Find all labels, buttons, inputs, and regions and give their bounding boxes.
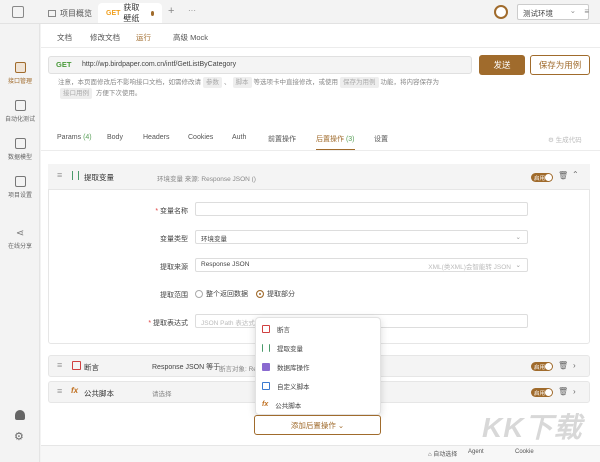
menu-item-public-script[interactable]: fx 公共脚本 xyxy=(262,400,301,410)
var-name-input[interactable] xyxy=(195,202,528,216)
chevron-up-icon[interactable]: ⌃ xyxy=(572,170,579,179)
subtab-run[interactable]: 运行 xyxy=(136,32,151,48)
script-icon xyxy=(262,382,270,390)
extract-enable-toggle[interactable]: 启用 xyxy=(531,173,553,182)
var-type-label: 变量类型 xyxy=(160,236,188,243)
var-type-select[interactable]: 环境变量 ⌄ xyxy=(195,230,528,244)
cookie-status[interactable]: Cookie xyxy=(515,449,534,455)
menu-item-custom-script[interactable]: 自定义脚本 xyxy=(262,381,310,391)
folder-icon xyxy=(48,9,56,17)
list-icon xyxy=(14,100,26,111)
sync-icon[interactable] xyxy=(494,5,508,19)
database-icon xyxy=(14,138,26,149)
drag-handle-icon[interactable]: ≡ xyxy=(57,170,62,180)
extract-icon xyxy=(72,171,79,180)
ptab-post-ops[interactable]: 后置操作 (3) xyxy=(316,134,355,150)
scope-radio-all[interactable]: 整个返回数据 xyxy=(195,289,248,299)
assert-title: 断言 xyxy=(84,363,99,372)
agent-status[interactable]: Agent xyxy=(468,449,484,455)
add-post-op-button[interactable]: 添加后置操作 ⌄ xyxy=(254,415,381,435)
gear-icon[interactable]: ⚙ xyxy=(14,430,24,443)
subtab-advanced-mock[interactable]: 高级 Mock xyxy=(173,32,208,48)
chevron-down-icon: ⌄ xyxy=(337,420,345,430)
divider xyxy=(41,47,600,48)
ptab-cookies[interactable]: Cookies xyxy=(188,134,213,148)
ptab-params[interactable]: Params (4) xyxy=(57,134,92,148)
environment-select[interactable]: 测试环境 ⌄ ≡ xyxy=(517,4,589,20)
scope-label: 提取范围 xyxy=(160,292,188,299)
menu-icon[interactable]: ≡ xyxy=(584,7,589,16)
function-icon: fx xyxy=(262,401,269,408)
extract-icon xyxy=(262,344,270,352)
menu-item-assert[interactable]: 断言 xyxy=(262,324,290,334)
divider xyxy=(41,150,600,151)
assert-icon xyxy=(72,361,81,370)
assert-desc-2: 断言对象: Res xyxy=(219,366,261,373)
var-name-label: * 变量名称 xyxy=(155,208,188,215)
expr-label: * 提取表达式 xyxy=(148,320,188,327)
menu-item-extract-variable[interactable]: 提取变量 xyxy=(262,343,303,353)
method-select[interactable]: GET xyxy=(56,60,71,69)
tab-get-wallpaper[interactable]: GET 获取壁纸 xyxy=(98,3,162,23)
chevron-down-icon: ⌄ xyxy=(515,234,521,241)
ptab-pre-ops[interactable]: 前置操作 xyxy=(268,134,296,148)
send-button[interactable]: 发送 xyxy=(479,55,525,75)
delete-icon[interactable]: 🗑 xyxy=(558,387,568,396)
extract-variable-header[interactable] xyxy=(48,164,590,190)
source-select[interactable]: Response JSON XML(类XML)会智能转 JSON ⌄ xyxy=(195,258,528,272)
ptab-auth[interactable]: Auth xyxy=(232,134,246,148)
generate-code-link[interactable]: ⚙ 生成代码 xyxy=(548,134,582,144)
save-as-case-button[interactable]: 保存为用例 xyxy=(530,55,590,75)
sidebar-item-online-share[interactable]: ⋖ 在线分享 xyxy=(0,228,40,250)
chevron-down-icon: ⌄ xyxy=(515,262,521,269)
chevron-right-icon[interactable]: › xyxy=(573,387,576,396)
sidebar-item-data-model[interactable]: 数据模型 xyxy=(0,138,40,161)
more-tabs-icon[interactable]: ··· xyxy=(188,6,196,15)
assert-enable-toggle[interactable]: 启用 xyxy=(531,362,553,371)
public-script-select[interactable]: 请选择 xyxy=(152,388,172,398)
scope-radio-part[interactable]: 提取部分 xyxy=(256,289,295,299)
sidebar-item-automation[interactable]: 自动化测试 xyxy=(0,100,40,123)
title-bar: 项目概览 GET 获取壁纸 + ··· 测试环境 ⌄ ≡ xyxy=(0,0,600,24)
menu-item-database[interactable]: 数据库操作 xyxy=(262,362,310,372)
auto-select-status[interactable]: ⌂ 自动选择 xyxy=(428,449,457,458)
radio-selected-icon xyxy=(256,290,264,299)
delete-icon[interactable]: 🗑 xyxy=(558,361,568,370)
settings-icon xyxy=(14,176,26,187)
sidebar-item-api-management[interactable]: 接口管理 xyxy=(0,62,40,85)
ptab-headers[interactable]: Headers xyxy=(143,134,169,148)
chevron-right-icon[interactable]: › xyxy=(573,361,576,370)
assert-desc: Response JSON 等于 xyxy=(152,364,221,371)
subtab-doc[interactable]: 文档 xyxy=(57,32,72,48)
extract-title: 提取变量 xyxy=(84,173,114,182)
gear-small-icon: ⚙ xyxy=(548,137,556,144)
chevron-down-icon: ⌄ xyxy=(569,6,576,15)
ptab-body[interactable]: Body xyxy=(107,134,123,148)
subtab-edit-doc[interactable]: 修改文档 xyxy=(90,32,120,48)
tab-project-overview[interactable]: 项目概览 xyxy=(40,3,100,23)
drag-handle-icon[interactable]: ≡ xyxy=(57,386,62,396)
ptab-settings[interactable]: 设置 xyxy=(374,134,388,148)
delete-icon[interactable]: 🗑 xyxy=(558,171,568,180)
extract-meta: 环境变量 来源: Response JSON () xyxy=(157,176,256,183)
info-note: 注意，本页面修改后不影响接口文档，如需修改请 参数、脚本 等选项卡中直接修改，或使用… xyxy=(58,77,439,99)
url-input[interactable]: http://wp.birdpaper.com.cn/intf/GetListB… xyxy=(82,61,236,68)
sidebar-item-project-settings[interactable]: 项目设置 xyxy=(0,176,40,199)
source-label: 提取来源 xyxy=(160,264,188,271)
unsaved-dot-icon xyxy=(150,10,154,16)
watermark: KK下载 xyxy=(482,412,583,443)
assert-icon xyxy=(262,325,270,333)
share-icon: ⋖ xyxy=(15,228,25,239)
database-icon xyxy=(262,363,270,371)
home-icon[interactable] xyxy=(12,6,24,18)
function-icon: fx xyxy=(71,386,79,395)
public-script-title: 公共脚本 xyxy=(84,389,114,398)
add-tab-icon[interactable]: + xyxy=(168,5,174,17)
drag-handle-icon[interactable]: ≡ xyxy=(57,360,62,370)
bell-icon[interactable] xyxy=(15,410,25,420)
radio-icon xyxy=(195,290,203,299)
script-enable-toggle[interactable]: 启用 xyxy=(531,388,553,397)
api-icon xyxy=(14,62,26,73)
